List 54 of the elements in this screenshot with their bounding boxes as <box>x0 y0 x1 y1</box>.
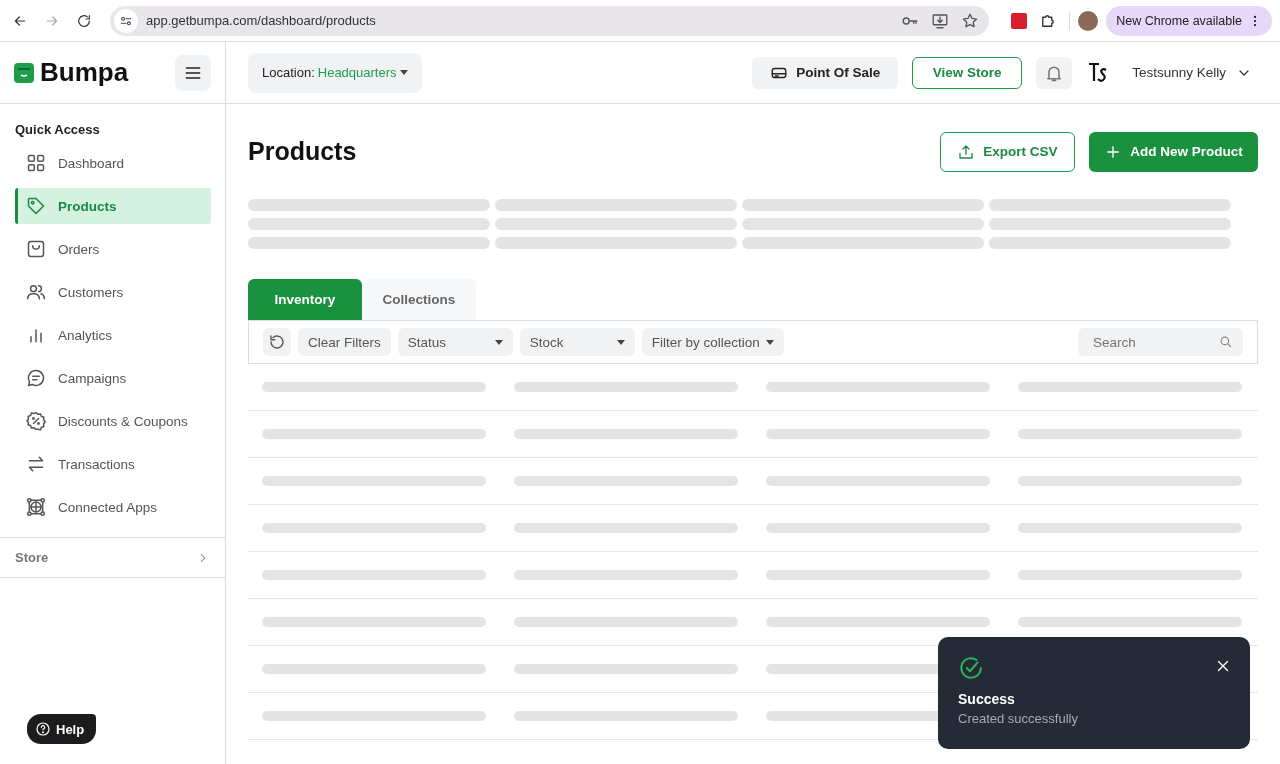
tab[interactable]: Inventory <box>248 279 362 320</box>
clear-filters-button[interactable]: Clear Filters <box>298 328 391 356</box>
update-button[interactable]: New Chrome available <box>1106 5 1272 36</box>
toast-title: Success <box>958 691 1016 707</box>
network-icon <box>26 497 46 517</box>
tab[interactable]: Collections <box>362 279 476 320</box>
toast-message: Created successfully <box>958 711 1079 726</box>
sidebar-item[interactable]: Analytics <box>15 317 211 353</box>
add-product-button[interactable]: Add New Product <box>1089 131 1258 172</box>
export-csv-button[interactable]: Export CSV <box>940 131 1075 172</box>
section-heading: Quick Access <box>15 122 101 137</box>
grid-icon <box>26 153 46 173</box>
sidebar-item[interactable]: Customers <box>15 274 211 310</box>
reset-icon <box>268 333 286 351</box>
url-text: app.getbumpa.com/dashboard/products <box>146 13 377 28</box>
sidebar-item[interactable]: Transactions <box>15 446 211 482</box>
sidebar-item[interactable]: Orders <box>15 231 211 267</box>
help-button[interactable]: Help <box>27 714 97 744</box>
notifications-button[interactable] <box>1036 56 1073 89</box>
status-dropdown[interactable]: Status <box>397 328 513 356</box>
sidebar-item[interactable]: Campaigns <box>15 360 211 396</box>
store-menu-item[interactable]: Store <box>0 538 225 578</box>
reset-button[interactable] <box>263 328 291 356</box>
users-icon <box>26 282 46 302</box>
star-icon <box>961 11 980 30</box>
address-bar[interactable]: app.getbumpa.com/dashboard/products <box>110 5 990 36</box>
search-field[interactable]: Search <box>1078 328 1243 356</box>
menu-button[interactable] <box>175 54 211 91</box>
profile-avatar[interactable] <box>1078 10 1099 31</box>
extension-icon[interactable] <box>1011 12 1028 29</box>
page-title: Products <box>248 137 358 166</box>
question-icon <box>35 721 51 737</box>
install-icon <box>931 11 950 30</box>
view-store-button[interactable]: View Store <box>912 56 1023 89</box>
sidebar-item[interactable]: Products <box>15 188 211 224</box>
point-of-sale-button[interactable]: Point Of Sale <box>752 56 899 89</box>
logo-icon <box>14 62 34 83</box>
chat-icon <box>26 368 46 388</box>
sidebar-item[interactable]: Connected Apps <box>15 489 211 525</box>
search-icon <box>1218 334 1233 349</box>
stock-dropdown[interactable]: Stock <box>519 328 635 356</box>
swap-arrows-icon <box>26 454 46 474</box>
collection-dropdown[interactable]: Filter by collection <box>641 328 784 356</box>
location-dropdown[interactable]: Location: Headquarters <box>248 52 422 93</box>
reload-icon <box>76 12 92 29</box>
discount-icon <box>26 411 46 431</box>
check-circle-icon <box>958 655 984 681</box>
upload-icon <box>957 142 976 161</box>
sidebar-item[interactable]: Dashboard <box>15 145 211 181</box>
sidebar-item[interactable]: Discounts & Coupons <box>15 403 211 439</box>
tag-icon <box>26 196 46 216</box>
brand-name: Bumpa <box>40 57 129 88</box>
user-menu[interactable]: Testsunny Kelly <box>1126 63 1258 82</box>
bag-icon <box>26 239 46 259</box>
